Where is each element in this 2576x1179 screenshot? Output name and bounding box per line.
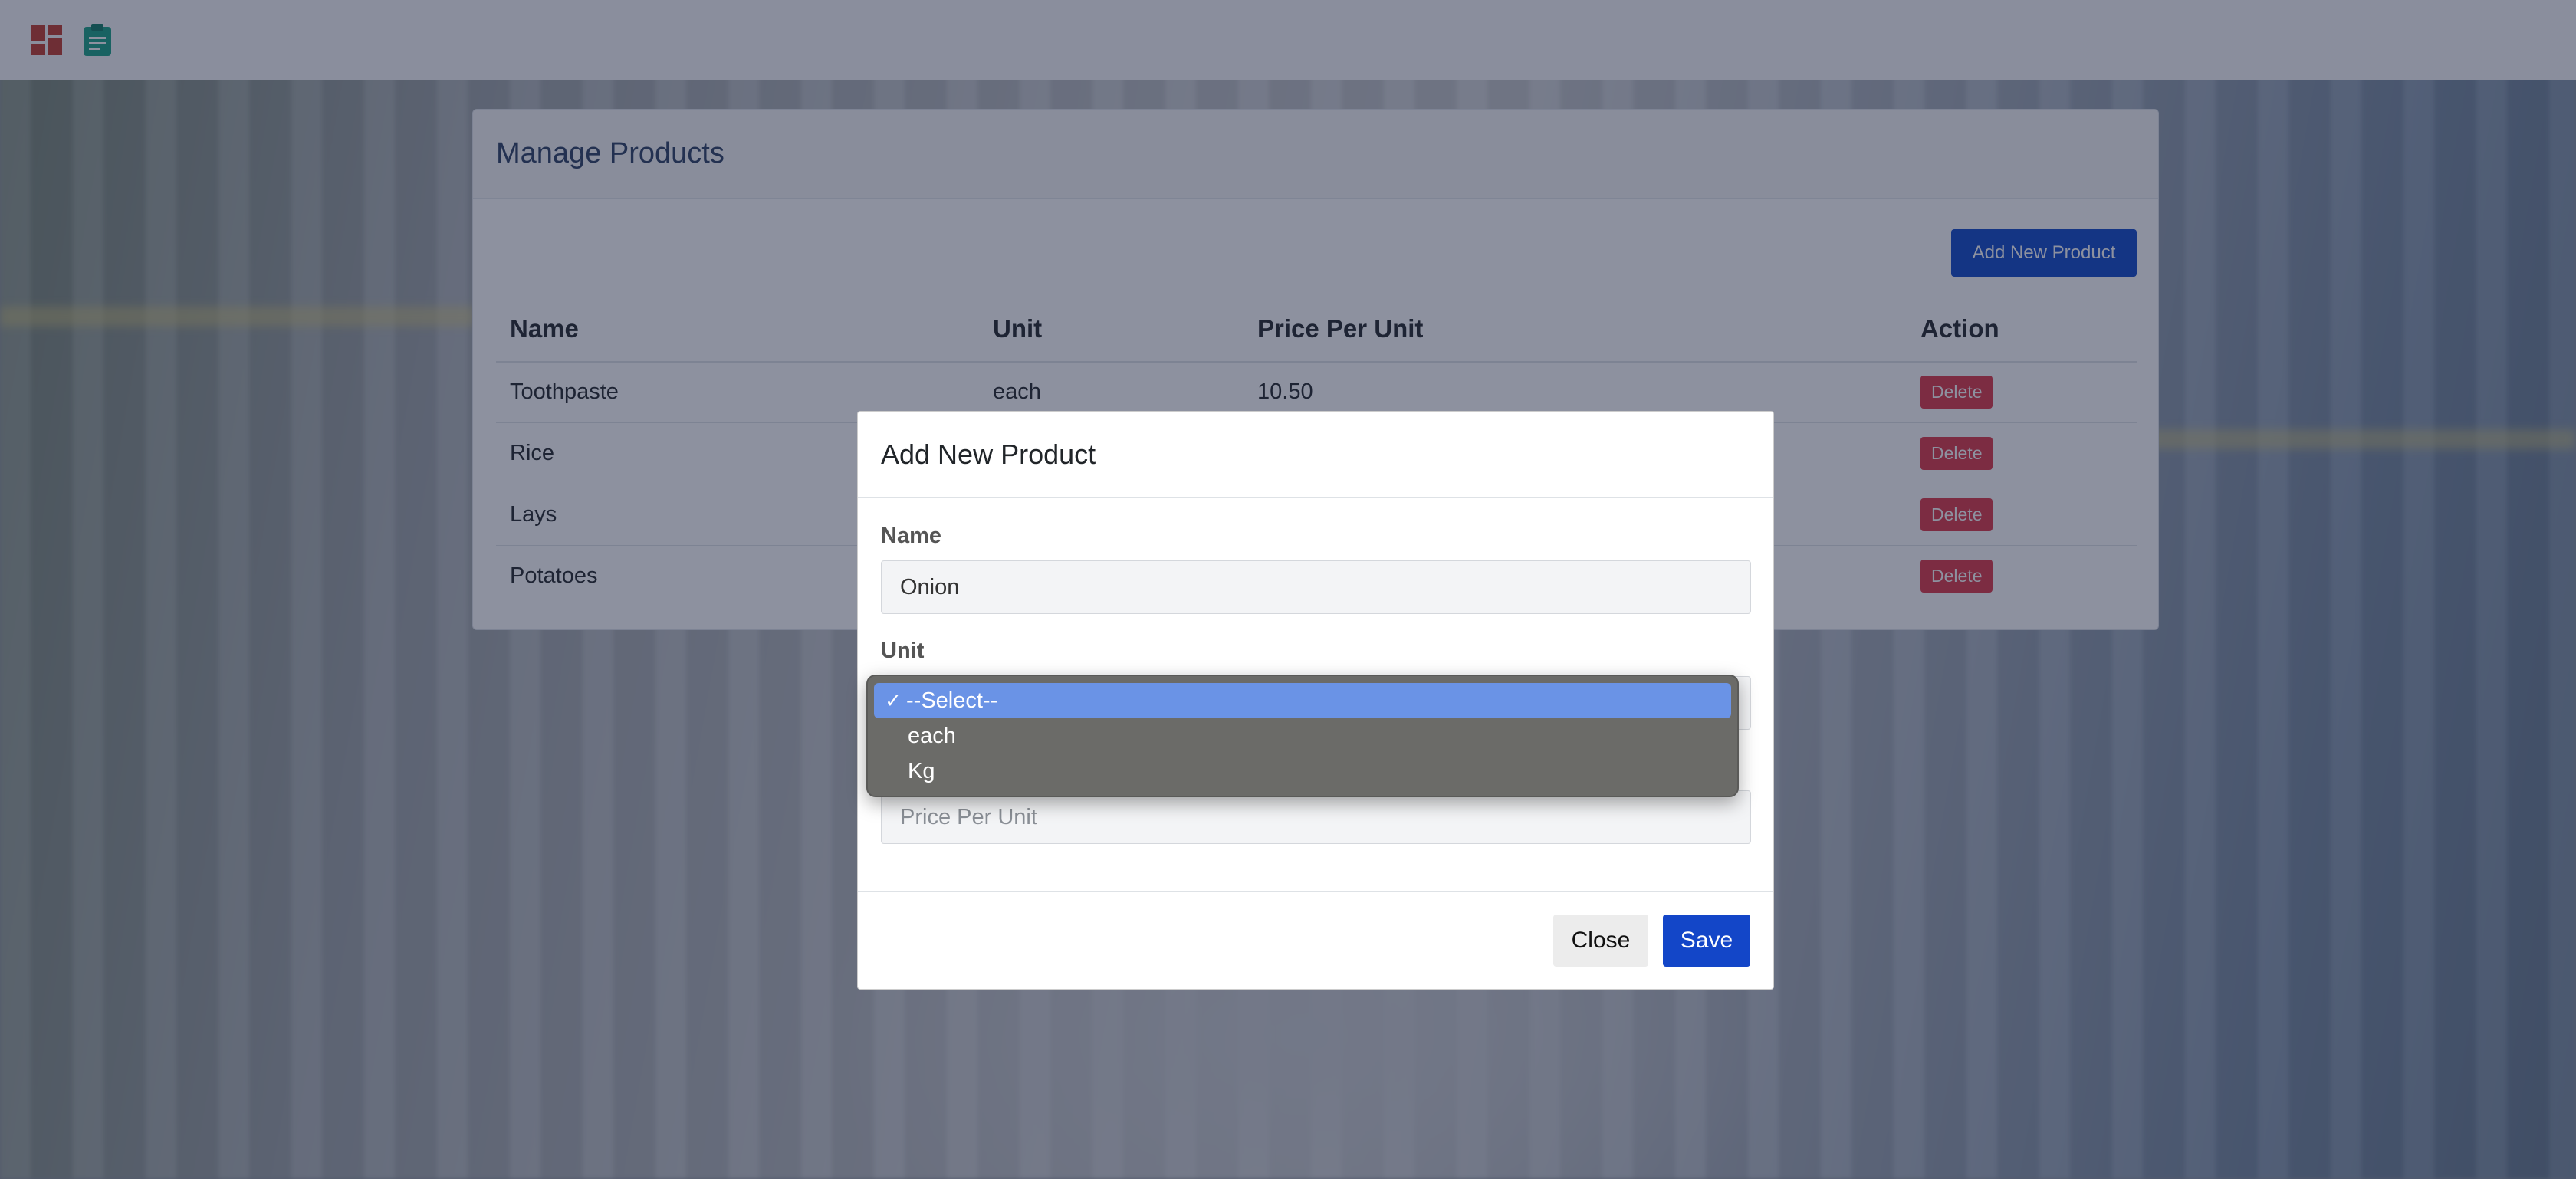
modal-footer: Close Save (858, 891, 1773, 990)
name-input[interactable] (881, 560, 1751, 614)
unit-label: Unit (881, 639, 925, 663)
modal-title: Add New Product (858, 412, 1773, 498)
close-button[interactable]: Close (1553, 915, 1648, 967)
unit-option-label: --Select-- (906, 688, 998, 713)
unit-dropdown-list: ✓ --Select-- each Kg (866, 675, 1739, 797)
unit-option-label: each (908, 723, 956, 748)
unit-option-each[interactable]: each (874, 718, 1731, 754)
name-label: Name (881, 524, 941, 548)
price-per-unit-input[interactable] (881, 790, 1751, 844)
unit-option-select[interactable]: ✓ --Select-- (874, 683, 1731, 718)
save-button[interactable]: Save (1663, 915, 1750, 967)
unit-option-kg[interactable]: Kg (874, 754, 1731, 789)
unit-option-label: Kg (908, 758, 935, 783)
checkmark-icon: ✓ (885, 688, 902, 712)
